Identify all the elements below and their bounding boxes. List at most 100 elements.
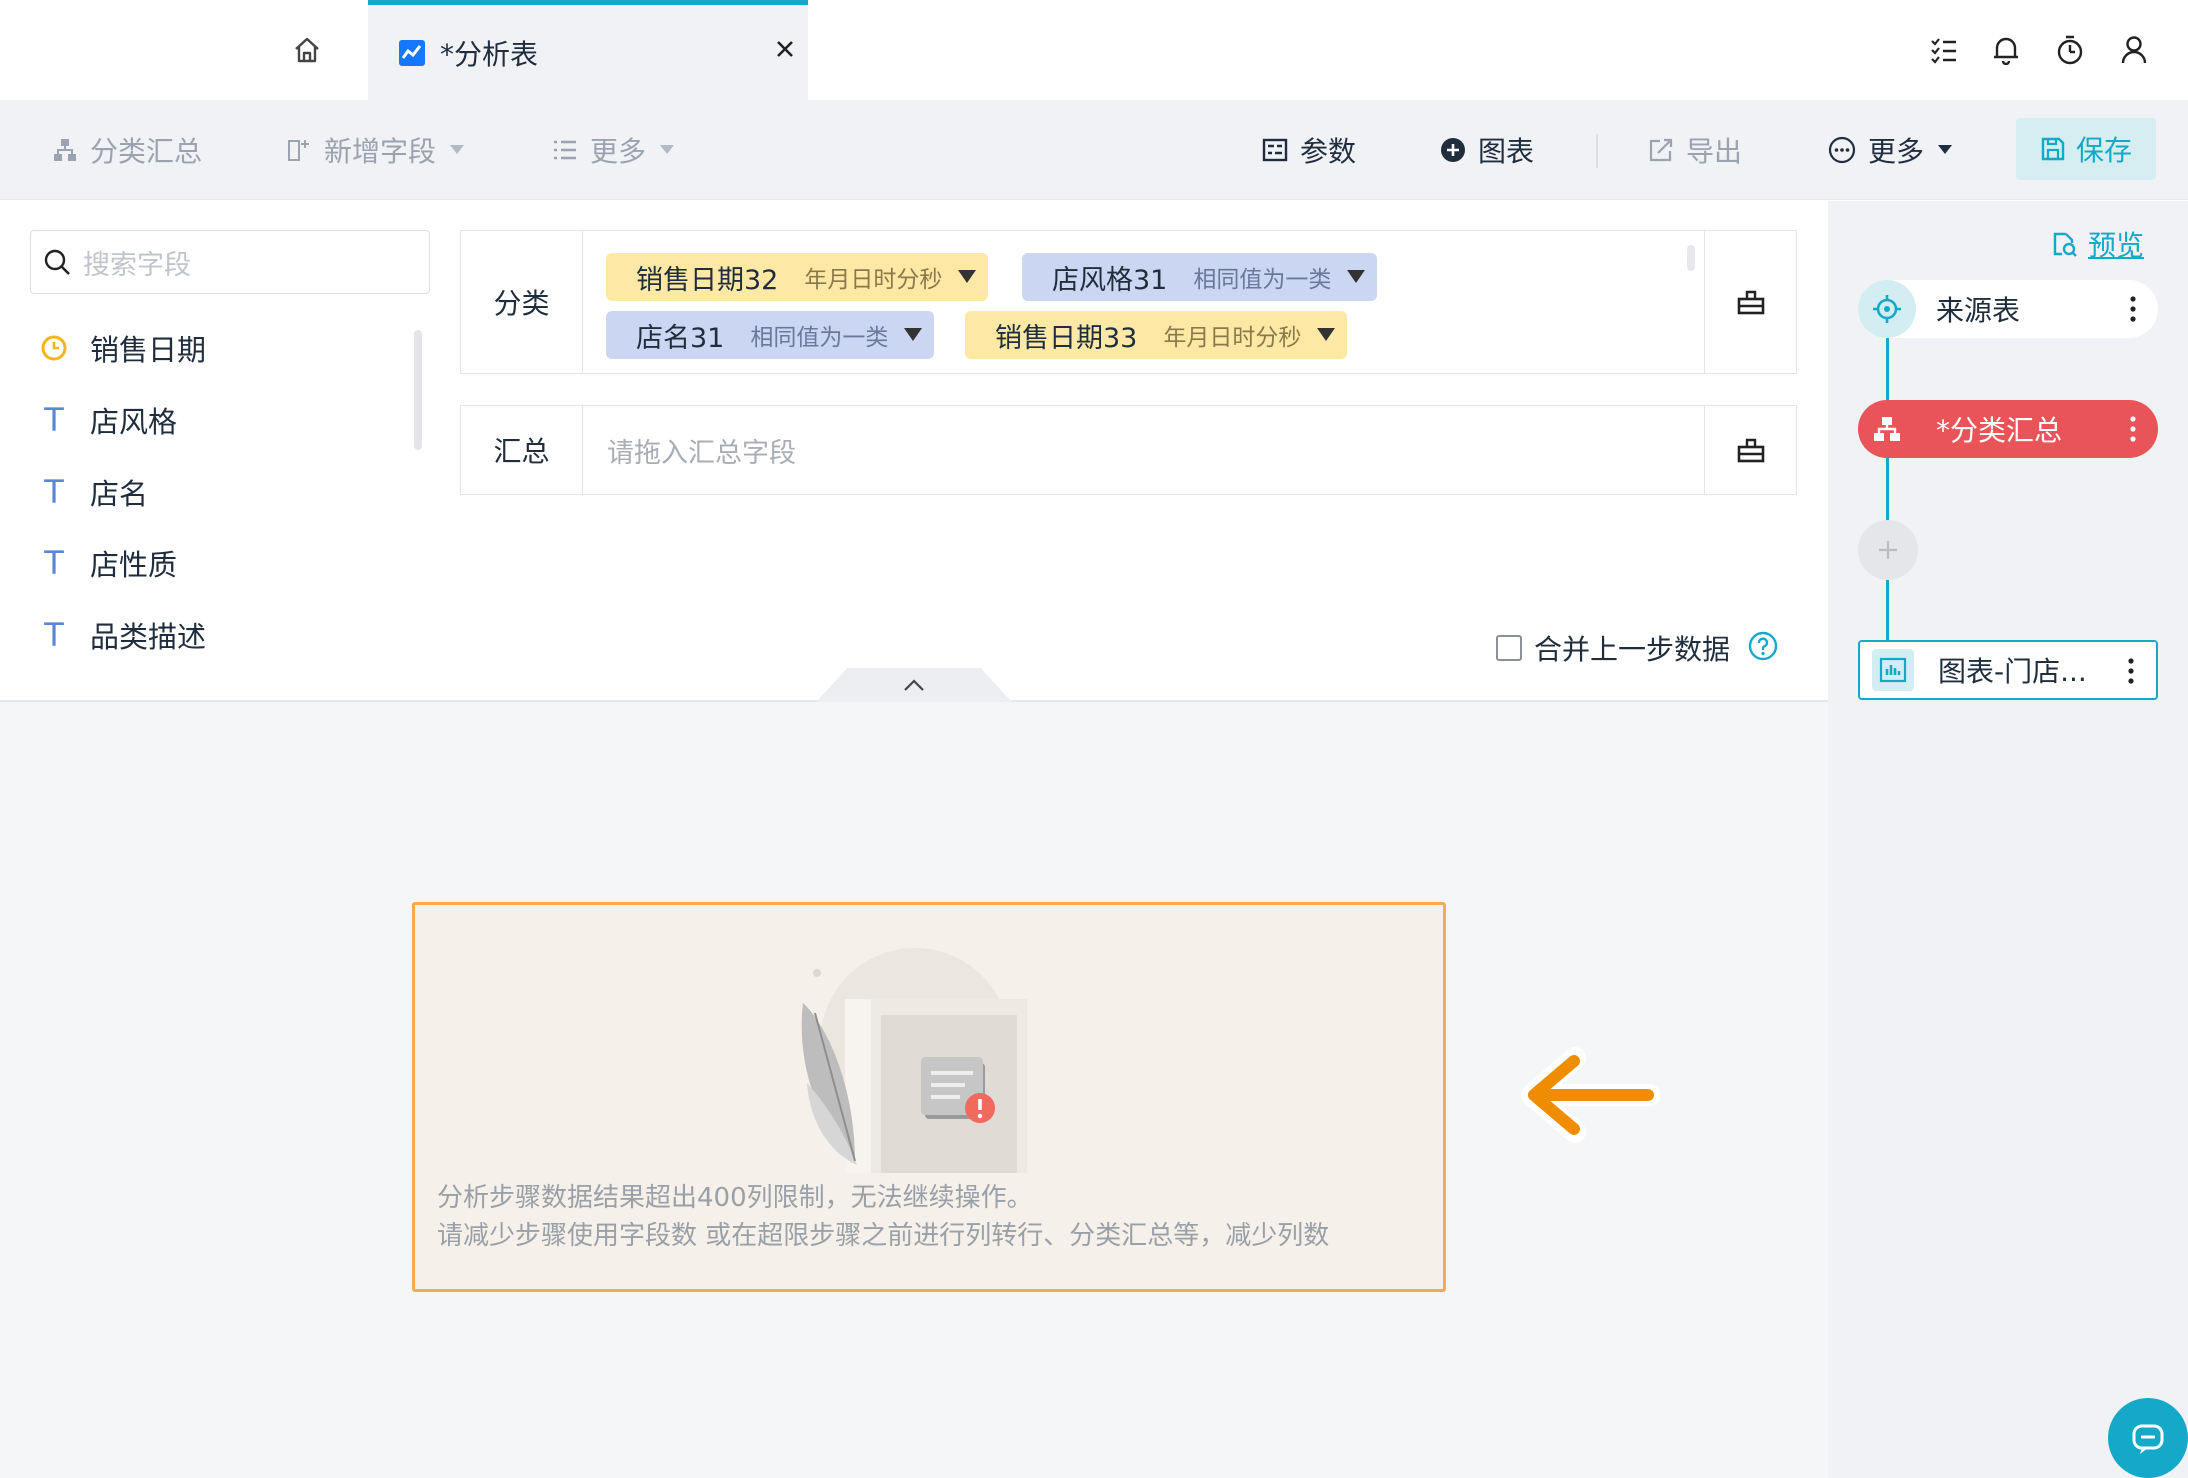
more-left-label: 更多: [590, 135, 647, 168]
category-chip[interactable]: 店名31 相同值为一类: [606, 311, 935, 359]
chip-scrollbar[interactable]: [1687, 245, 1695, 271]
collapse-toggle[interactable]: [816, 668, 1012, 702]
clear-category-button[interactable]: [1704, 231, 1796, 373]
category-chip[interactable]: 销售日期32 年月日时分秒: [606, 253, 989, 301]
field-label: 店性质: [90, 548, 178, 582]
save-button[interactable]: 保存: [2016, 118, 2156, 180]
add-column-icon: [286, 137, 312, 163]
bell-icon[interactable]: [1986, 30, 2026, 70]
clear-summary-button[interactable]: [1704, 406, 1796, 494]
add-step-button[interactable]: [1858, 520, 1918, 580]
hierarchy-icon: [1858, 400, 1916, 458]
caret-down-icon: [1938, 145, 1953, 155]
more-right-button[interactable]: 更多: [1828, 100, 1953, 200]
add-field-label: 新增字段: [324, 135, 437, 168]
more-circle-icon: [1828, 136, 1856, 164]
add-field-button[interactable]: 新增字段: [286, 100, 465, 200]
field-label: 店名: [90, 477, 149, 511]
field-item[interactable]: T 店名: [38, 470, 148, 514]
caret-down-icon[interactable]: [904, 328, 923, 342]
flow-node-chart[interactable]: 图表-门店...: [1858, 640, 2158, 700]
preview-icon: [2050, 230, 2078, 258]
field-label: 店风格: [90, 405, 178, 439]
error-illustration: [785, 933, 1065, 1173]
checkbox[interactable]: [1496, 635, 1522, 661]
preview-link[interactable]: 预览: [2050, 224, 2144, 264]
export-button[interactable]: 导出: [1648, 100, 1742, 200]
merge-previous-checkbox[interactable]: 合并上一步数据: [1496, 628, 1730, 668]
caret-down-icon[interactable]: [1317, 328, 1336, 342]
chip-mode: 年月日时分秒: [804, 267, 943, 293]
preview-label: 预览: [2088, 229, 2145, 262]
chat-icon: [2128, 1418, 2168, 1458]
chip-mode: 相同值为一类: [750, 325, 889, 351]
chip-mode: 相同值为一类: [1193, 267, 1332, 293]
field-label: 品类描述: [90, 620, 207, 654]
save-label: 保存: [2075, 134, 2132, 167]
chart-tab-icon: [398, 39, 426, 67]
plus-circle-icon: [1440, 137, 1466, 163]
params-icon: [1262, 137, 1288, 163]
flow-node-classify[interactable]: *分类汇总: [1858, 400, 2158, 458]
export-label: 导出: [1686, 135, 1743, 168]
field-item[interactable]: T 店性质: [38, 541, 177, 585]
caret-down-icon[interactable]: [1347, 270, 1366, 284]
kebab-icon[interactable]: [2130, 400, 2136, 458]
error-message-line2: 请减少步骤使用字段数 或在超限步骤之前进行列转行、分类汇总等，减少列数: [437, 1221, 1330, 1251]
error-panel: 分析步骤数据结果超出400列限制，无法继续操作。 请减少步骤使用字段数 或在超限…: [412, 902, 1446, 1292]
save-icon: [2040, 136, 2066, 162]
task-list-icon[interactable]: [1924, 30, 1964, 70]
timer-icon[interactable]: [2050, 30, 2090, 70]
node-label: *分类汇总: [1936, 414, 2063, 447]
error-message-line1: 分析步骤数据结果超出400列限制，无法继续操作。: [437, 1183, 1033, 1213]
classify-summary-button[interactable]: 分类汇总: [52, 100, 202, 200]
chip-name: 店风格31: [1052, 264, 1168, 296]
text-type-icon: T: [44, 544, 64, 582]
category-drop-zone[interactable]: 分类 销售日期32 年月日时分秒 店风格31 相同值为一类 店名31 相同值为一…: [460, 230, 1797, 374]
tab-analysis[interactable]: *分析表: [368, 0, 808, 100]
kebab-icon[interactable]: [2128, 642, 2134, 700]
chat-support-button[interactable]: [2108, 1398, 2188, 1478]
clear-icon: [1736, 288, 1766, 316]
field-item[interactable]: T 店风格: [38, 398, 177, 442]
search-icon: [43, 248, 71, 276]
summary-zone-label: 汇总: [461, 406, 583, 494]
clear-icon: [1736, 436, 1766, 464]
category-chip[interactable]: 销售日期33 年月日时分秒: [965, 311, 1348, 359]
user-icon[interactable]: [2114, 30, 2154, 70]
caret-down-icon[interactable]: [958, 270, 977, 284]
plus-icon: [1877, 539, 1899, 561]
bar-chart-icon: [1872, 649, 1914, 691]
more-left-button[interactable]: 更多: [552, 100, 675, 200]
category-chip[interactable]: 店风格31 相同值为一类: [1022, 253, 1378, 301]
chip-name: 销售日期33: [995, 322, 1138, 354]
target-icon: [1858, 280, 1916, 338]
help-icon[interactable]: [1748, 631, 1778, 661]
text-type-icon: T: [44, 616, 64, 654]
params-label: 参数: [1300, 135, 1357, 168]
summary-drop-zone[interactable]: 汇总 请拖入汇总字段: [460, 405, 1797, 495]
tab-home[interactable]: [0, 0, 368, 100]
search-input[interactable]: 搜索字段: [30, 230, 430, 294]
kebab-icon[interactable]: [2130, 280, 2136, 338]
caret-down-icon: [660, 145, 675, 155]
field-item[interactable]: 销售日期: [38, 326, 206, 370]
text-type-icon: T: [44, 401, 64, 439]
summary-placeholder: 请拖入汇总字段: [607, 437, 796, 469]
field-item[interactable]: T 品类描述: [38, 613, 206, 657]
chart-button[interactable]: 图表: [1440, 100, 1534, 200]
category-zone-label: 分类: [461, 231, 583, 373]
close-icon[interactable]: [770, 34, 800, 64]
list-icon: [552, 138, 578, 162]
flow-connector: [1886, 330, 1889, 640]
chart-label: 图表: [1478, 135, 1535, 168]
chip-name: 店名31: [636, 322, 725, 354]
params-button[interactable]: 参数: [1262, 100, 1356, 200]
hierarchy-icon: [52, 137, 78, 163]
more-right-label: 更多: [1868, 135, 1925, 168]
flow-node-source[interactable]: 来源表: [1858, 280, 2158, 338]
field-label: 销售日期: [90, 333, 207, 367]
export-icon: [1648, 137, 1674, 163]
field-list-scrollbar[interactable]: [414, 330, 422, 450]
clock-icon: [38, 332, 70, 364]
